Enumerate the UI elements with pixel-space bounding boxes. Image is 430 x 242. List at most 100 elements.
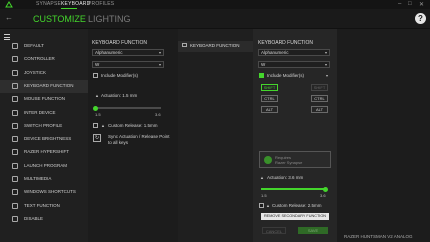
right-key-select[interactable]: W ▾ <box>258 61 330 68</box>
modifier-shift-right-button[interactable]: SHIFT <box>311 84 328 91</box>
modifier-ctrl-right-button[interactable]: CTRL <box>311 95 328 102</box>
right-key-select-value: W <box>261 62 266 67</box>
sidebar-item-windows-shortcuts[interactable]: WINDOWS SHORTCUTS <box>0 186 88 199</box>
tab-synapse[interactable]: SYNAPSE <box>36 1 61 7</box>
right-slider-max: 3.6 <box>320 193 326 198</box>
secondary-function-drop-area[interactable]: Requires Razer Synapse <box>259 151 331 168</box>
left-actuation-knob[interactable] <box>92 105 98 111</box>
actuation-icon: ▲ <box>95 93 99 98</box>
mouse-icon <box>12 96 18 103</box>
cancel-button[interactable]: CANCEL <box>262 227 286 234</box>
sidebar-item-label: INTER DEVICE <box>24 109 56 115</box>
sidebar-item-keyboard-function[interactable]: KEYBOARD FUNCTION <box>0 79 88 93</box>
left-sync-label: Sync Actuation / Release Point to all ke… <box>108 134 170 145</box>
modifier-ctrl-left-button[interactable]: CTRL <box>261 95 278 102</box>
back-arrow-icon[interactable]: ← <box>5 13 13 22</box>
maximize-button[interactable]: □ <box>408 1 412 7</box>
sidebar-item-disable[interactable]: DISABLE <box>0 213 88 226</box>
sidebar-item-joystick[interactable]: JOYSTICK <box>0 67 88 80</box>
sidebar-item-multimedia[interactable]: MULTIMEDIA <box>0 173 88 186</box>
tab-keyboard[interactable]: KEYBOARD <box>61 1 90 7</box>
actuation-icon: ▲ <box>260 175 264 180</box>
tab-customize[interactable]: CUSTOMIZE <box>33 14 86 24</box>
right-actuation-knob[interactable] <box>322 186 328 192</box>
left-slider-max: 3.6 <box>155 112 161 117</box>
sidebar-item-label: MULTIMEDIA <box>24 176 52 181</box>
minimize-button[interactable]: – <box>398 1 401 7</box>
right-include-modifiers-label: Include Modifier(s) <box>267 73 305 78</box>
right-custom-release-label: Custom Release: 2.5mm <box>272 203 322 208</box>
razer-synapse-icon <box>264 156 272 164</box>
right-custom-release-checkbox[interactable] <box>259 203 264 208</box>
sidebar-item-device-brightness[interactable]: DEVICE BRIGHTNESS <box>0 133 88 146</box>
left-actuation-slider[interactable] <box>92 105 161 111</box>
device-name: RAZER HUNTSMAN V2 ANALOG <box>344 234 413 239</box>
sidebar-item-label: CONTROLLER <box>24 56 55 62</box>
sidebar-item-label: RAZER HYPERSHIFT <box>24 149 70 155</box>
device-preview-area <box>337 29 430 242</box>
left-key-select-value: W <box>95 62 100 67</box>
chevron-down-icon[interactable]: ▾ <box>326 73 328 78</box>
chevron-down-icon: ▾ <box>324 50 327 55</box>
switch-profile-icon <box>12 122 18 129</box>
modifier-alt-right-button[interactable]: ALT <box>311 106 328 113</box>
left-custom-release-checkbox[interactable] <box>93 123 98 128</box>
sidebar-item-switch-profile[interactable]: SWITCH PROFILE <box>0 120 88 133</box>
left-panel-title: KEYBOARD FUNCTION <box>92 40 148 46</box>
sync-icon[interactable]: ↻ <box>93 134 101 142</box>
sidebar-item-label: WINDOWS SHORTCUTS <box>24 189 76 195</box>
right-include-modifiers-checkbox[interactable] <box>259 73 264 78</box>
tab-profiles[interactable]: PROFILES <box>88 1 114 7</box>
modifier-alt-left-button[interactable]: ALT <box>261 106 278 113</box>
sidebar-item-razer-hypershift[interactable]: RAZER HYPERSHIFT <box>0 146 88 159</box>
joystick-icon <box>12 69 18 76</box>
chevron-down-icon: ▾ <box>324 62 327 67</box>
sidebar-item-launch-program[interactable]: LAUNCH PROGRAM <box>0 160 88 173</box>
brightness-icon <box>12 136 18 143</box>
left-include-modifiers-label: Include Modifier(s) <box>101 73 139 78</box>
sidebar-item-controller[interactable]: CONTROLLER <box>0 53 88 66</box>
left-slider-min: 1.5 <box>95 112 101 117</box>
tab-lighting[interactable]: LIGHTING <box>88 14 131 24</box>
windows-shortcuts-icon <box>12 189 18 196</box>
left-type-select[interactable]: Alphanumeric ▾ <box>92 49 164 56</box>
launch-program-icon <box>12 162 18 169</box>
help-button[interactable]: ? <box>415 13 426 24</box>
sidebar-item-mouse-function[interactable]: MOUSE FUNCTION <box>0 93 88 106</box>
disable-icon <box>12 215 18 222</box>
chevron-down-icon: ▾ <box>158 62 161 67</box>
chevron-down-icon: ▾ <box>158 50 161 55</box>
keyboard-icon <box>182 43 187 47</box>
right-type-select[interactable]: Alphanumeric ▾ <box>258 49 330 56</box>
left-include-modifiers-checkbox[interactable] <box>93 73 98 78</box>
sidebar-item-label: DEVICE BRIGHTNESS <box>24 136 72 142</box>
left-key-select[interactable]: W ▾ <box>92 61 164 68</box>
right-actuation-label: Actuation: 3.6 mm <box>267 175 304 180</box>
left-actuation-label: Actuation: 1.5 mm <box>101 93 138 98</box>
left-type-select-value: Alphanumeric <box>95 50 123 55</box>
sidebar-item-label: JOYSTICK <box>24 69 47 75</box>
razer-logo-icon <box>5 1 13 8</box>
controller-icon <box>12 56 18 63</box>
close-button[interactable]: ✕ <box>419 1 424 8</box>
default-icon <box>12 43 18 49</box>
sidebar-item-label: TEXT FUNCTION <box>24 202 60 208</box>
sidebar-item-label: MOUSE FUNCTION <box>24 96 65 102</box>
sidebar-item-label: KEYBOARD FUNCTION <box>24 82 74 88</box>
text-function-icon <box>12 202 18 209</box>
modifier-shift-left-button[interactable]: SHIFT <box>261 84 278 91</box>
left-custom-release-label: Custom Release: 1.5mm <box>108 123 158 128</box>
save-button[interactable]: SAVE <box>298 227 328 234</box>
release-icon: ▲ <box>101 123 105 128</box>
right-type-select-value: Alphanumeric <box>261 50 289 55</box>
middle-header-label: KEYBOARD FUNCTION <box>190 43 240 48</box>
remove-secondary-function-button[interactable]: REMOVE SECONDARY FUNCTION <box>261 213 329 220</box>
sidebar-item-text-function[interactable]: TEXT FUNCTION <box>0 200 88 213</box>
sidebar-item-label: SWITCH PROFILE <box>24 122 63 128</box>
right-actuation-fill <box>261 188 325 190</box>
right-actuation-slider[interactable] <box>261 186 328 192</box>
sidebar-item-default[interactable]: DEFAULT <box>0 40 88 53</box>
right-slider-min: 1.5 <box>261 193 267 198</box>
drop-line-2: Razer Synapse <box>275 160 303 165</box>
sidebar-item-inter-device[interactable]: INTER DEVICE <box>0 107 88 120</box>
